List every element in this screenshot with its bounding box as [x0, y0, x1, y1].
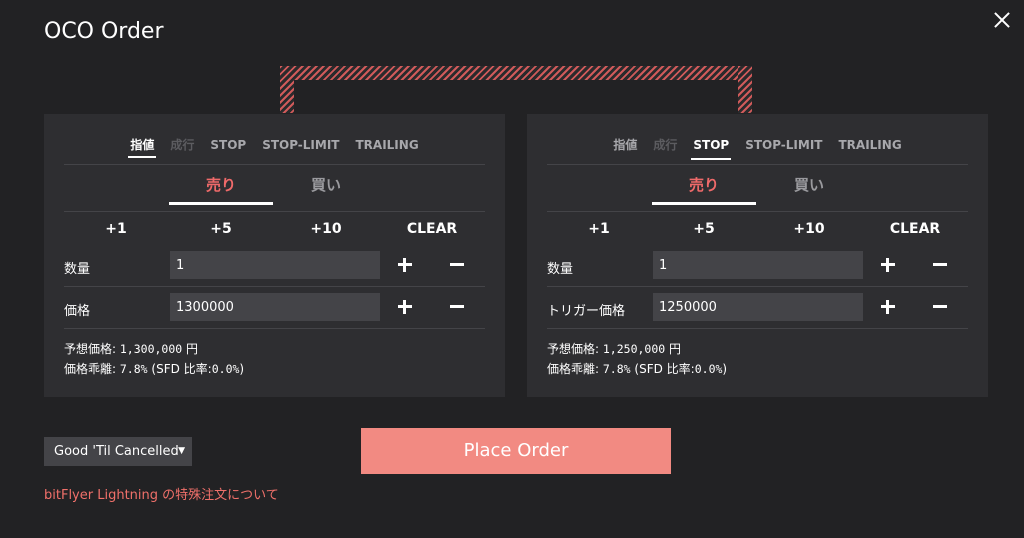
tab-limit[interactable]: 指値 — [128, 133, 157, 158]
special-order-info-link[interactable]: bitFlyer Lightning の特殊注文について — [44, 484, 279, 503]
price-row: 価格 — [64, 287, 485, 329]
sell-tab[interactable]: 売り — [652, 174, 756, 205]
quantity-plus-icon[interactable] — [881, 256, 899, 274]
clear-button[interactable]: CLEAR — [885, 221, 945, 237]
clear-button[interactable]: CLEAR — [402, 221, 462, 237]
side-selector: 売り 買い — [64, 166, 485, 212]
close-icon[interactable] — [991, 9, 1013, 31]
plus-1-button[interactable]: +1 — [569, 221, 629, 237]
quantity-label: 数量 — [64, 262, 91, 277]
tab-market[interactable]: 成行 — [168, 133, 196, 158]
expected-price-line: 予想価格: 1,250,000 円 — [547, 342, 682, 356]
bracket-left — [280, 66, 294, 113]
caret-down-icon: ▼ — [178, 446, 185, 456]
sell-tab[interactable]: 売り — [169, 174, 273, 205]
quantity-minus-icon[interactable] — [450, 256, 468, 274]
quantity-label: 数量 — [547, 262, 574, 277]
tab-trailing[interactable]: TRAILING — [353, 135, 420, 160]
sfd-ratio-value: 0.0% — [694, 362, 723, 376]
price-label: 価格 — [64, 304, 91, 319]
order-panel-2: 指値 成行 STOP STOP-LIMIT TRAILING 売り 買い +1 +5 +… — [527, 114, 988, 397]
time-in-force-select[interactable]: Good 'Til Cancelled ▼ — [44, 437, 192, 466]
plus-5-button[interactable]: +5 — [191, 221, 251, 237]
expected-price-line: 予想価格: 1,300,000 円 — [64, 342, 199, 356]
trigger-price-label: トリガー価格 — [547, 304, 626, 319]
buy-tab[interactable]: 買い — [757, 174, 861, 202]
bracket-right — [738, 66, 752, 113]
price-input[interactable] — [170, 293, 380, 321]
expected-price-value: 1,250,000 — [602, 342, 666, 356]
dialog-title: OCO Order — [44, 19, 164, 44]
order-panel-1: 指値 成行 STOP STOP-LIMIT TRAILING 売り 買い +1 +5 +… — [44, 114, 505, 397]
trigger-price-input[interactable] — [653, 293, 863, 321]
bracket-top — [280, 66, 752, 80]
time-in-force-value: Good 'Til Cancelled — [54, 444, 179, 459]
quantity-plus-icon[interactable] — [398, 256, 416, 274]
tab-stop-limit[interactable]: STOP-LIMIT — [260, 135, 341, 160]
tab-trailing[interactable]: TRAILING — [836, 135, 903, 160]
place-order-button[interactable]: Place Order — [361, 428, 671, 474]
quantity-input[interactable] — [170, 251, 380, 279]
oco-link-bracket — [280, 66, 752, 113]
quantity-minus-icon[interactable] — [933, 256, 951, 274]
plus-10-button[interactable]: +10 — [779, 221, 839, 237]
buy-tab[interactable]: 買い — [274, 174, 378, 202]
tab-stop-limit[interactable]: STOP-LIMIT — [743, 135, 824, 160]
plus-1-button[interactable]: +1 — [86, 221, 146, 237]
tab-stop[interactable]: STOP — [208, 135, 248, 160]
tab-stop[interactable]: STOP — [691, 135, 732, 160]
sfd-ratio-value: 0.0% — [211, 362, 240, 376]
order-type-tabs: 指値 成行 STOP STOP-LIMIT TRAILING — [547, 133, 968, 165]
price-deviation-line: 価格乖離: 7.8% (SFD 比率:0.0%) — [64, 362, 245, 376]
order-type-tabs: 指値 成行 STOP STOP-LIMIT TRAILING — [64, 133, 485, 165]
quantity-input[interactable] — [653, 251, 863, 279]
price-deviation-value: 7.8% — [119, 362, 148, 376]
price-deviation-value: 7.8% — [602, 362, 631, 376]
price-plus-icon[interactable] — [398, 298, 416, 316]
order-info: 予想価格: 1,250,000 円 価格乖離: 7.8% (SFD 比率:0.0… — [547, 339, 727, 379]
price-minus-icon[interactable] — [450, 298, 468, 316]
price-deviation-line: 価格乖離: 7.8% (SFD 比率:0.0%) — [547, 362, 728, 376]
trigger-price-plus-icon[interactable] — [881, 298, 899, 316]
tab-market[interactable]: 成行 — [651, 133, 679, 158]
order-info: 予想価格: 1,300,000 円 価格乖離: 7.8% (SFD 比率:0.0… — [64, 339, 244, 379]
trigger-price-row: トリガー価格 — [547, 287, 968, 329]
side-selector: 売り 買い — [547, 166, 968, 212]
plus-10-button[interactable]: +10 — [296, 221, 356, 237]
expected-price-value: 1,300,000 — [119, 342, 183, 356]
quantity-row: 数量 — [547, 245, 968, 287]
trigger-price-minus-icon[interactable] — [933, 298, 951, 316]
plus-5-button[interactable]: +5 — [674, 221, 734, 237]
tab-limit[interactable]: 指値 — [611, 133, 639, 158]
quantity-row: 数量 — [64, 245, 485, 287]
